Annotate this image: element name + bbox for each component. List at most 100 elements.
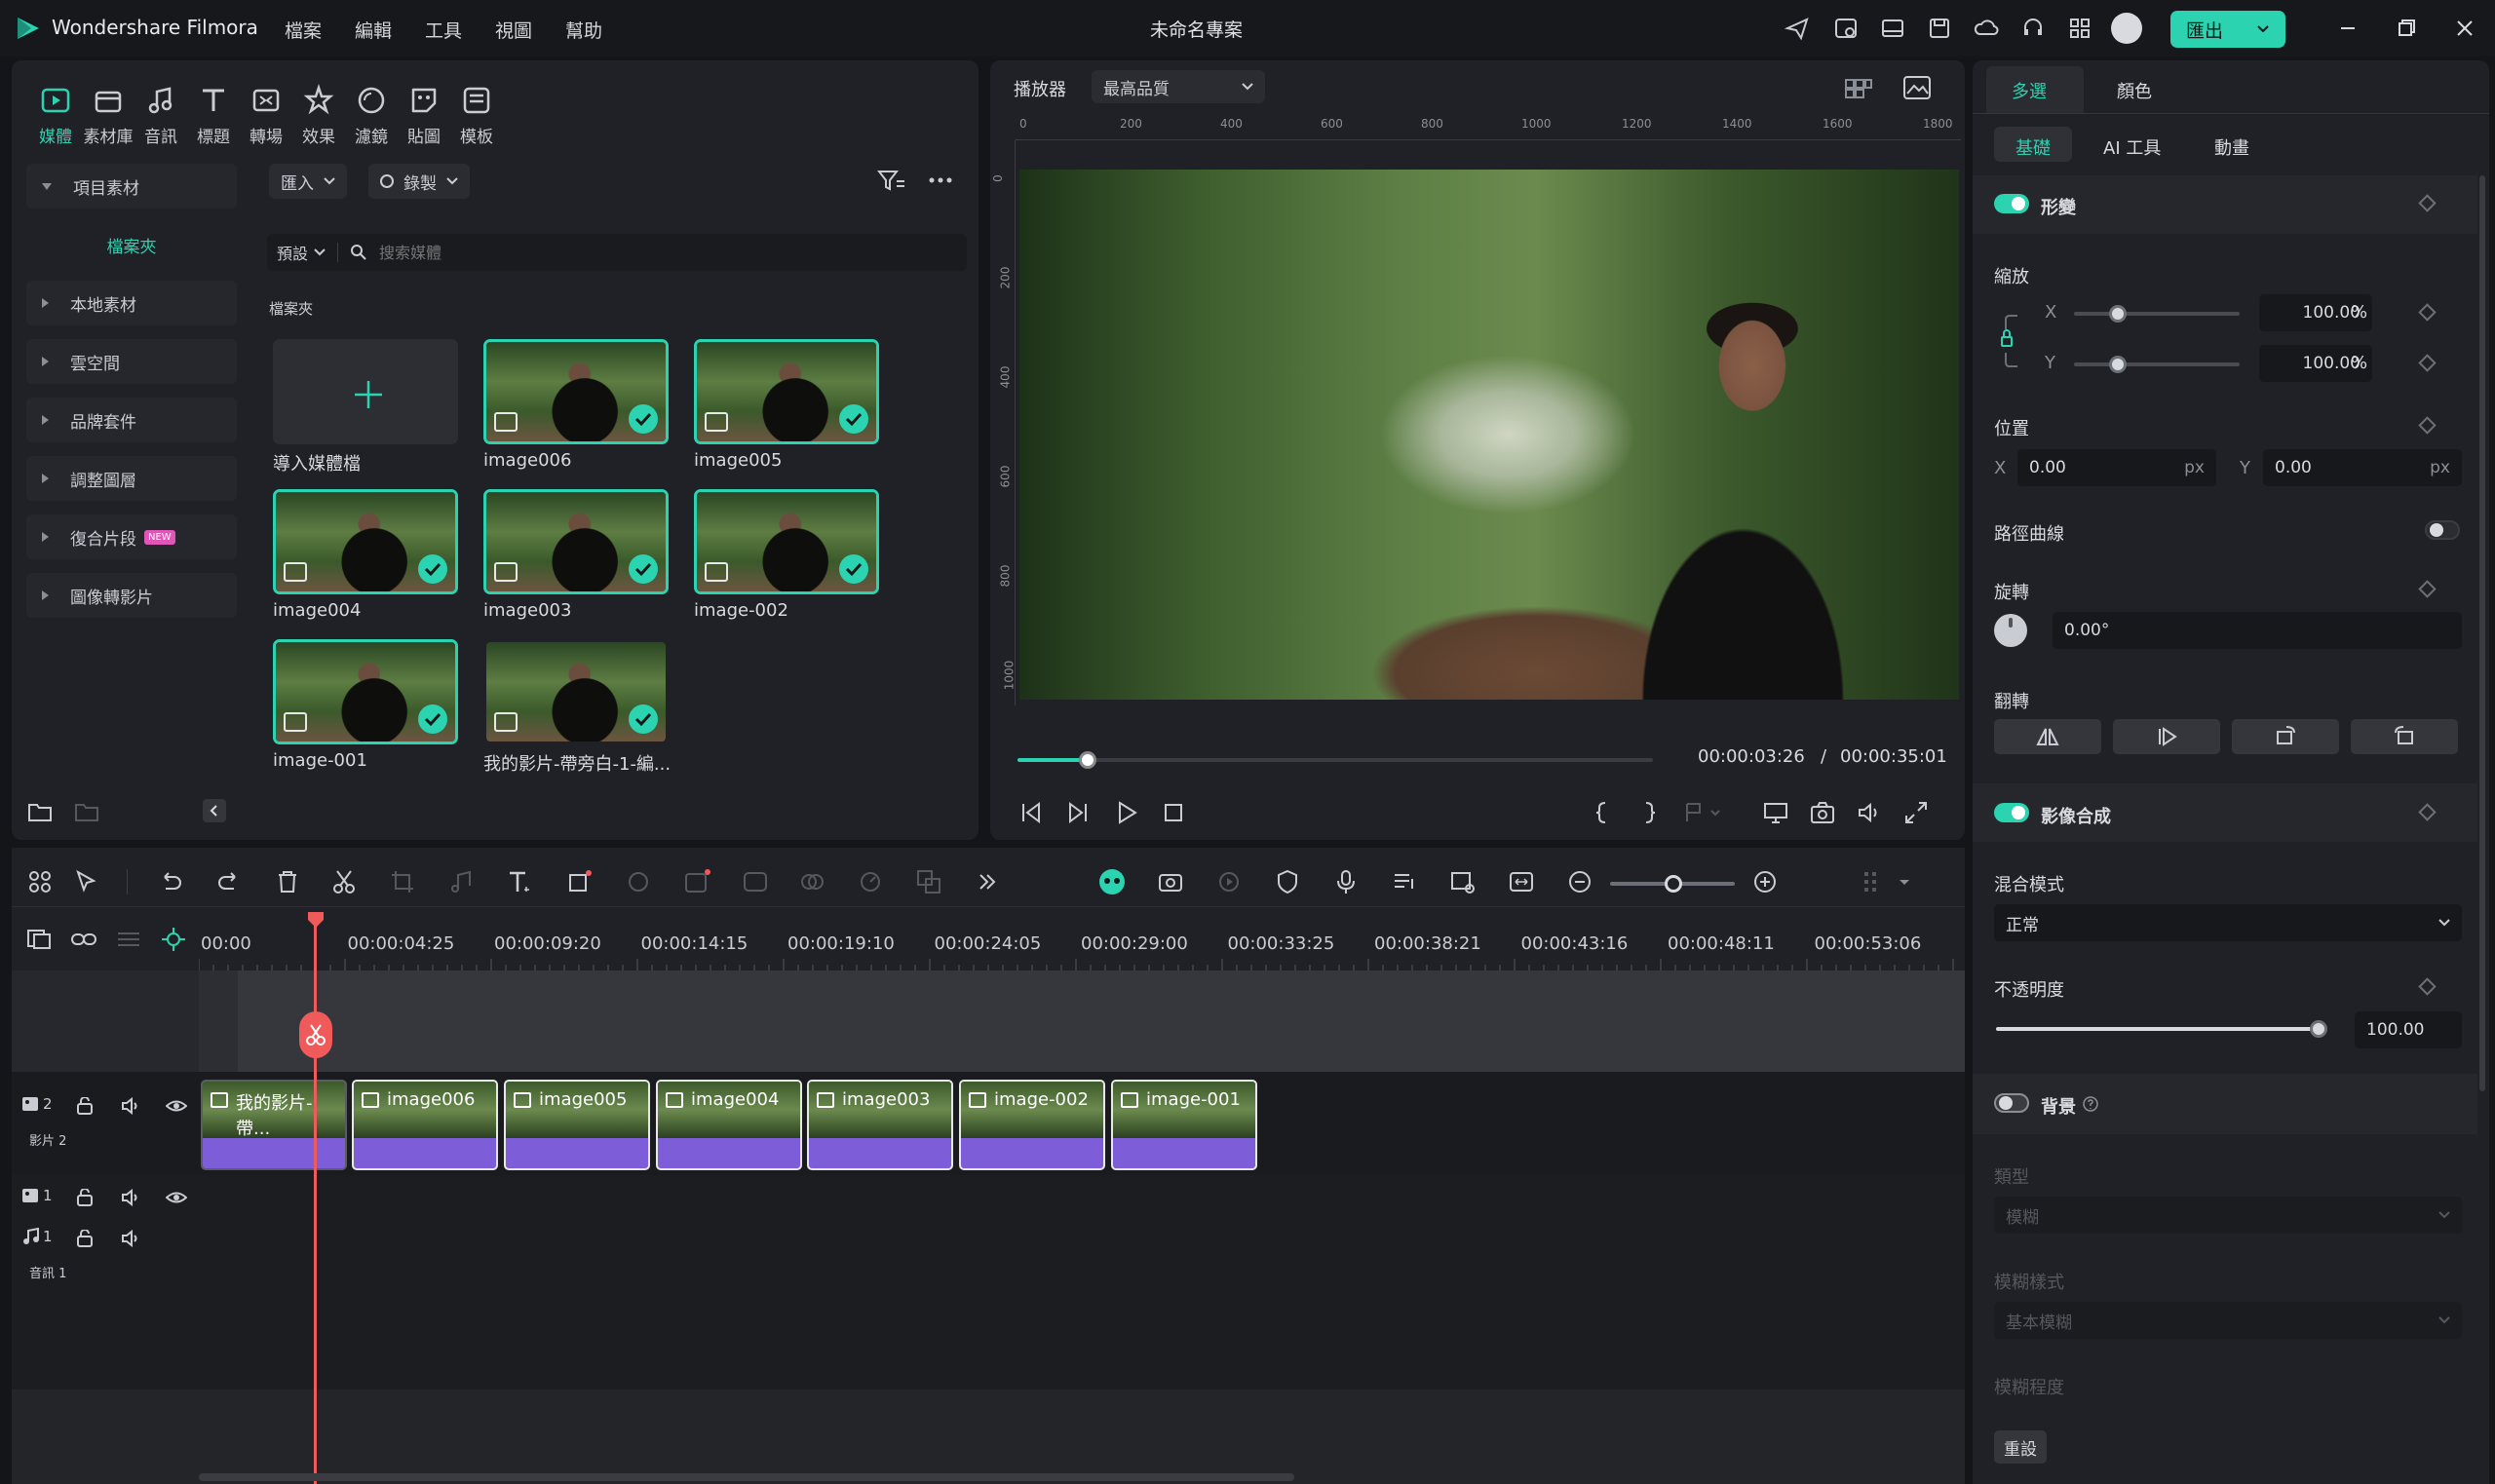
subtab-animation[interactable]: 動畫	[2214, 134, 2249, 160]
translate-icon[interactable]	[914, 867, 943, 896]
subtab-ai-tools[interactable]: AI 工具	[2103, 134, 2161, 160]
opacity-field[interactable]: 100.00	[2355, 1011, 2462, 1048]
more-tools-icon[interactable]	[973, 867, 1002, 896]
track-manager-icon[interactable]	[115, 928, 142, 951]
more-options-icon[interactable]	[926, 168, 955, 193]
blend-mode-dropdown[interactable]: 正常	[1994, 904, 2462, 941]
empty-track[interactable]	[199, 970, 1965, 1072]
microphone-icon[interactable]	[1331, 867, 1361, 896]
replace-icon[interactable]	[1448, 867, 1478, 896]
scale-x-slider[interactable]	[2074, 305, 2240, 323]
track-layout-icon[interactable]	[1856, 867, 1885, 896]
timeline-clip[interactable]: image004	[656, 1080, 802, 1170]
media-thumbnail[interactable]	[483, 339, 669, 444]
zoom-slider[interactable]	[1610, 875, 1735, 893]
auto-beat-icon[interactable]	[1156, 867, 1185, 896]
timeline-clip[interactable]: 我的影片-帶...	[201, 1080, 347, 1170]
voiceover-list-icon[interactable]	[1390, 867, 1419, 896]
flip-vertical-button[interactable]	[2113, 719, 2220, 754]
snap-icon[interactable]	[160, 926, 187, 953]
help-icon[interactable]	[2082, 1095, 2099, 1113]
rotate-left-button[interactable]	[2351, 719, 2458, 754]
video-preview[interactable]	[1019, 170, 1959, 700]
history-icon[interactable]	[1832, 15, 1860, 42]
transform-toggle[interactable]	[1994, 194, 2029, 213]
media-thumbnail[interactable]	[694, 339, 879, 444]
chevron-down-icon[interactable]	[1899, 879, 1910, 887]
marker-icon[interactable]	[1682, 799, 1723, 826]
save-icon[interactable]	[1926, 15, 1953, 42]
collapse-sidebar-button[interactable]	[203, 799, 226, 822]
eye-icon[interactable]	[166, 1097, 187, 1115]
chevron-down-icon[interactable]	[2256, 24, 2270, 34]
compositing-toggle[interactable]	[1994, 803, 2029, 822]
lock-track-icon[interactable]	[76, 1230, 94, 1247]
delete-icon[interactable]	[273, 867, 302, 896]
timeline-scrollbar[interactable]	[199, 1473, 1294, 1481]
lock-ratio-icon[interactable]	[2000, 312, 2029, 370]
playback-progress[interactable]	[1017, 751, 1653, 769]
split-scissors-icon[interactable]	[329, 867, 359, 896]
apps-grid-icon[interactable]	[2066, 15, 2093, 42]
timeline-clip[interactable]: image006	[352, 1080, 498, 1170]
folder-icon[interactable]	[74, 801, 99, 822]
media-thumbnail[interactable]	[273, 489, 458, 594]
timeline-clip[interactable]: image003	[807, 1080, 953, 1170]
fullscreen-icon[interactable]	[1902, 799, 1930, 826]
shield-icon[interactable]	[1273, 867, 1302, 896]
lock-track-icon[interactable]	[76, 1189, 94, 1206]
play-icon[interactable]	[1113, 799, 1140, 826]
audio-wave-icon[interactable]	[741, 867, 770, 896]
camera-icon[interactable]	[1809, 799, 1836, 826]
tab-color[interactable]: 顏色	[2117, 78, 2152, 103]
sidebar-item-cloud[interactable]: 雲空間	[26, 339, 237, 384]
mute-track-icon[interactable]	[121, 1189, 140, 1206]
properties-scrollbar[interactable]	[2479, 175, 2485, 1091]
sidebar-item-folder[interactable]: 檔案夾	[26, 222, 237, 267]
undo-icon[interactable]	[156, 867, 185, 896]
background-toggle[interactable]	[1994, 1093, 2029, 1113]
sidebar-item-local[interactable]: 本地素材	[26, 281, 237, 325]
media-thumbnail[interactable]	[694, 489, 879, 594]
menu-edit[interactable]: 編輯	[355, 17, 392, 43]
sidebar-item-brand[interactable]: 品牌套件	[26, 398, 237, 442]
color-match-icon[interactable]	[624, 867, 653, 896]
timeline-clip[interactable]: image-001	[1111, 1080, 1257, 1170]
playhead-handle[interactable]	[306, 910, 326, 930]
mute-track-icon[interactable]	[121, 1097, 140, 1115]
import-dropdown[interactable]: 匯入	[269, 164, 347, 199]
timeline-clip[interactable]: image-002	[959, 1080, 1105, 1170]
tab-templates[interactable]: 模板	[442, 84, 511, 147]
sidebar-item-image-to-video[interactable]: 圖像轉影片	[26, 573, 237, 618]
filter-sort-icon[interactable]	[877, 168, 906, 193]
mute-track-icon[interactable]	[121, 1230, 140, 1247]
zoom-out-icon[interactable]	[1565, 867, 1594, 896]
rotate-field[interactable]: 0.00°	[2053, 612, 2462, 649]
reset-button[interactable]: 重設	[1994, 1430, 2047, 1464]
rotate-dial[interactable]	[1994, 614, 2027, 647]
next-frame-icon[interactable]	[1064, 799, 1092, 826]
send-icon[interactable]	[1784, 15, 1811, 42]
shape-tool-icon[interactable]	[565, 867, 595, 896]
crop-icon[interactable]	[388, 867, 417, 896]
sidebar-item-compound[interactable]: 復合片段 NEW	[26, 514, 237, 559]
mask-icon[interactable]	[797, 867, 826, 896]
cloud-upload-icon[interactable]	[1973, 15, 2000, 42]
import-media-tile[interactable]	[273, 339, 458, 444]
display-icon[interactable]	[1762, 799, 1789, 826]
stop-icon[interactable]	[1160, 799, 1187, 826]
mark-out-icon[interactable]	[1637, 799, 1661, 826]
record-dropdown[interactable]: 錄製	[368, 164, 470, 199]
position-x-field[interactable]: 0.00 px	[2017, 449, 2216, 486]
restore-icon[interactable]	[2392, 14, 2421, 43]
export-button[interactable]: 匯出	[2170, 11, 2285, 48]
eye-icon[interactable]	[166, 1189, 187, 1206]
type-dropdown[interactable]: 模糊	[1994, 1197, 2462, 1234]
link-icon[interactable]	[70, 928, 97, 951]
blur-style-dropdown[interactable]: 基本模糊	[1994, 1302, 2462, 1339]
select-tool-icon[interactable]	[72, 867, 101, 896]
sidebar-item-project-media[interactable]: 項目素材	[26, 164, 237, 209]
position-y-field[interactable]: 0.00 px	[2263, 449, 2462, 486]
layout-grid-icon[interactable]	[25, 867, 55, 896]
audio-stretch-icon[interactable]	[446, 867, 476, 896]
